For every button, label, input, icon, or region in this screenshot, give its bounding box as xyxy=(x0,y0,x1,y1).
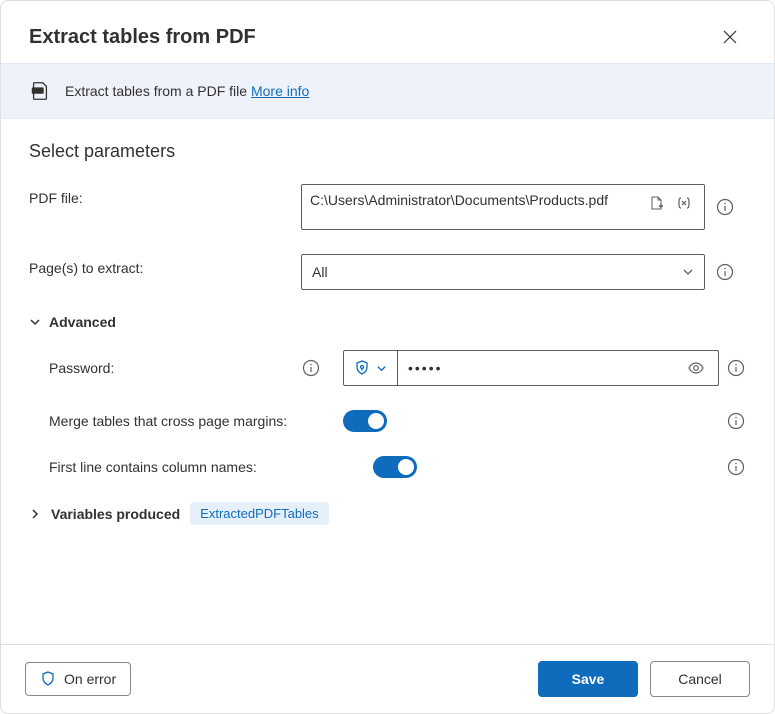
pages-label: Page(s) to extract: xyxy=(29,254,301,276)
password-input[interactable]: ••••• xyxy=(398,351,718,385)
on-error-button[interactable]: On error xyxy=(25,662,131,696)
pdf-file-info-button[interactable] xyxy=(715,197,735,217)
password-mode-button[interactable] xyxy=(344,351,398,385)
cancel-button[interactable]: Cancel xyxy=(650,661,750,697)
pdf-icon: PDF xyxy=(29,80,51,102)
dialog-header: Extract tables from PDF xyxy=(1,1,774,63)
variable-icon xyxy=(676,195,692,211)
banner-text: Extract tables from a PDF file More info xyxy=(65,83,309,99)
variables-expander[interactable]: Variables produced ExtractedPDFTables xyxy=(29,502,746,525)
password-value: ••••• xyxy=(408,360,684,376)
info-icon xyxy=(727,412,745,430)
file-picker-icon xyxy=(648,195,664,211)
advanced-label: Advanced xyxy=(49,314,116,330)
info-banner: PDF Extract tables from a PDF file More … xyxy=(1,63,774,119)
merge-label: Merge tables that cross page margins: xyxy=(49,413,343,429)
chevron-right-icon xyxy=(29,508,41,520)
pdf-file-value: C:\Users\Administrator\Documents\Product… xyxy=(310,191,644,211)
chevron-down-icon xyxy=(376,363,387,374)
dialog-body: Select parameters PDF file: C:\Users\Adm… xyxy=(1,119,774,644)
merge-info-button[interactable] xyxy=(726,411,746,431)
reveal-password-button[interactable] xyxy=(684,356,708,380)
info-icon xyxy=(716,198,734,216)
pages-value: All xyxy=(312,264,328,280)
dialog: Extract tables from PDF PDF Extract tabl… xyxy=(0,0,775,714)
password-label: Password: xyxy=(49,360,301,376)
info-icon xyxy=(727,458,745,476)
file-picker-button[interactable] xyxy=(644,191,668,215)
pages-row: Page(s) to extract: All xyxy=(29,254,746,290)
first-line-row: First line contains column names: xyxy=(49,456,746,478)
advanced-expander[interactable]: Advanced xyxy=(29,314,746,330)
eye-icon xyxy=(687,359,705,377)
merge-row: Merge tables that cross page margins: xyxy=(49,410,746,432)
variable-picker-button[interactable] xyxy=(672,191,696,215)
shield-icon xyxy=(40,671,56,687)
first-line-toggle[interactable] xyxy=(373,456,417,478)
pdf-file-label: PDF file: xyxy=(29,184,301,206)
password-row: Password: ••••• xyxy=(49,350,746,386)
chevron-down-icon xyxy=(682,266,694,278)
password-field: ••••• xyxy=(343,350,719,386)
shield-lock-icon xyxy=(354,360,370,376)
dialog-footer: On error Save Cancel xyxy=(1,644,774,713)
pdf-file-input[interactable]: C:\Users\Administrator\Documents\Product… xyxy=(301,184,705,230)
info-icon xyxy=(302,359,320,377)
dialog-title: Extract tables from PDF xyxy=(29,26,256,49)
variable-chip[interactable]: ExtractedPDFTables xyxy=(190,502,329,525)
info-icon xyxy=(727,359,745,377)
pages-info-button[interactable] xyxy=(715,262,735,282)
svg-text:PDF: PDF xyxy=(34,88,43,93)
pdf-file-row: PDF file: C:\Users\Administrator\Documen… xyxy=(29,184,746,230)
variables-label: Variables produced xyxy=(51,506,180,522)
merge-toggle[interactable] xyxy=(343,410,387,432)
more-info-link[interactable]: More info xyxy=(251,83,309,99)
password-info-button[interactable] xyxy=(726,358,746,378)
section-title: Select parameters xyxy=(29,141,746,162)
advanced-section: Password: ••••• xyxy=(29,350,746,478)
on-error-label: On error xyxy=(64,671,116,687)
pages-select[interactable]: All xyxy=(301,254,705,290)
password-label-info-button[interactable] xyxy=(301,358,321,378)
chevron-down-icon xyxy=(29,316,41,328)
close-button[interactable] xyxy=(714,21,746,53)
close-icon xyxy=(723,30,737,44)
first-line-info-button[interactable] xyxy=(726,457,746,477)
save-button[interactable]: Save xyxy=(538,661,638,697)
info-icon xyxy=(716,263,734,281)
first-line-label: First line contains column names: xyxy=(49,459,343,475)
